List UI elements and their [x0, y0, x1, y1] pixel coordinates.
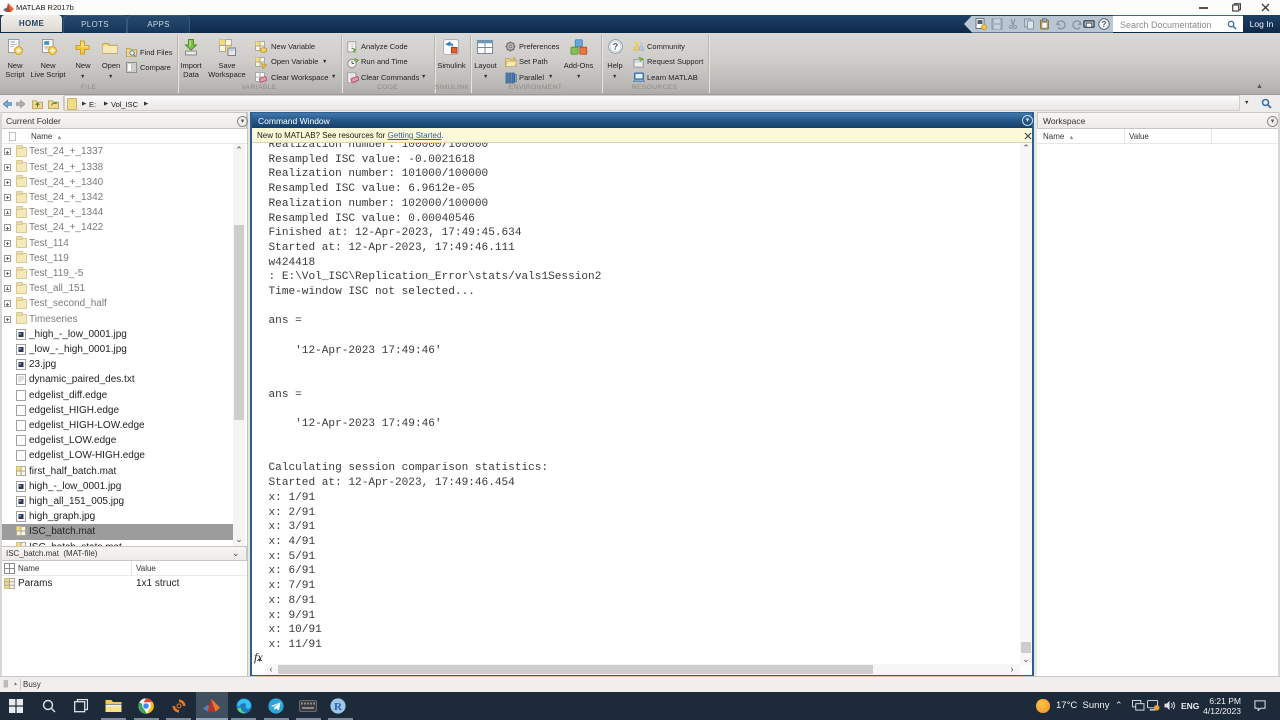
svg-text:?: ? [613, 42, 618, 52]
svg-text:?: ? [1102, 20, 1107, 29]
svg-text:R: R [334, 701, 343, 713]
